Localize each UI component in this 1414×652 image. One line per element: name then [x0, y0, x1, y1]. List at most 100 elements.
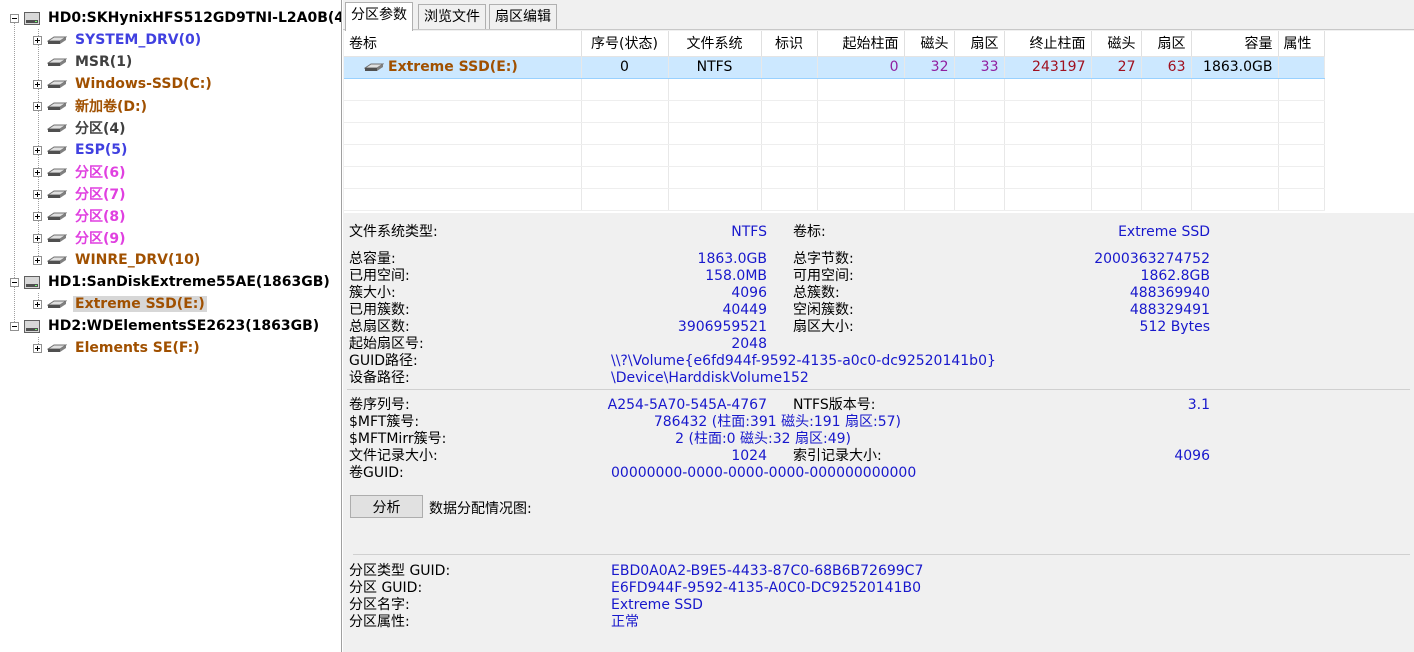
- expand-toggle[interactable]: [33, 189, 42, 199]
- partition-label-selected: Extreme SSD(E:): [73, 296, 207, 312]
- partition-table[interactable]: 卷标 序号(状态) 文件系统 标识 起始柱面 磁头 扇区 终止柱面 磁头 扇区 …: [344, 31, 1414, 213]
- device-path-value: \Device\HarddiskVolume152: [611, 370, 809, 386]
- partition-guid-label: 分区 GUID:: [349, 580, 423, 596]
- partition-icon: [47, 168, 67, 176]
- tree-disk-hd1[interactable]: HD1:SanDiskExtreme55AE(1863GB): [10, 271, 332, 293]
- expand-toggle[interactable]: [33, 145, 42, 155]
- tab-sector-edit[interactable]: 扇区编辑: [489, 4, 557, 29]
- partition-attribute-value: 正常: [611, 614, 639, 630]
- tree-partition-extreme-ssd[interactable]: Extreme SSD(E:): [33, 293, 207, 315]
- partition-type-guid-label: 分区类型 GUID:: [349, 563, 451, 579]
- collapse-toggle[interactable]: [10, 277, 19, 287]
- tree-partition-8[interactable]: 分区(8): [33, 205, 128, 227]
- empty-row: [344, 144, 1325, 167]
- tree-partition-3[interactable]: 新加卷(D:): [33, 95, 149, 117]
- used-clusters-label: 已用簇数:: [349, 302, 410, 318]
- partition-label: Elements SE(F:): [75, 340, 200, 356]
- guid-path-label: GUID路径:: [349, 353, 418, 369]
- expand-toggle[interactable]: [33, 299, 42, 309]
- expand-toggle[interactable]: [33, 79, 42, 89]
- disk-label: HD1:SanDiskExtreme55AE(1863GB): [48, 274, 330, 290]
- used-space-value: 158.0MB: [705, 268, 767, 284]
- partition-label: 分区(8): [75, 209, 126, 225]
- expand-toggle[interactable]: [33, 35, 42, 45]
- cell-end-sector: 63: [1141, 56, 1192, 79]
- expand-toggle[interactable]: [33, 343, 42, 353]
- right-panel: 分区参数 浏览文件 扇区编辑 卷标 序号(状态) 文件系统 标识 起始柱面 磁头…: [343, 0, 1414, 652]
- volume-label-label: 卷标:: [793, 224, 826, 240]
- disk-tree[interactable]: HD0:SKHynixHFS512GD9TNI-L2A0B(4 SYSTEM_D…: [0, 0, 342, 652]
- total-capacity-label: 总容量:: [349, 251, 396, 267]
- empty-row: [344, 166, 1325, 189]
- tree-partition-9[interactable]: 分区(9): [33, 227, 128, 249]
- partition-guid-value: E6FD944F-9592-4135-A0C0-DC92520141B0: [611, 580, 922, 596]
- partition-icon: [47, 256, 67, 264]
- sector-size-value: 512 Bytes: [1139, 319, 1210, 335]
- expand-toggle[interactable]: [33, 211, 42, 221]
- tab-bar: 分区参数 浏览文件 扇区编辑: [343, 0, 1414, 31]
- col-header-flag[interactable]: 标识: [761, 31, 818, 57]
- volume-label-value: Extreme SSD: [1118, 224, 1210, 240]
- hard-disk-icon: [24, 319, 40, 333]
- no-toggle: [33, 58, 42, 67]
- partition-grid: 卷标 序号(状态) 文件系统 标识 起始柱面 磁头 扇区 终止柱面 磁头 扇区 …: [344, 31, 1325, 211]
- col-header-end-head[interactable]: 磁头: [1091, 31, 1142, 57]
- tree-partition-10[interactable]: WINRE_DRV(10): [33, 249, 202, 271]
- tree-partition-5[interactable]: ESP(5): [33, 139, 129, 161]
- partition-icon: [47, 344, 67, 352]
- col-header-start-cyl[interactable]: 起始柱面: [817, 31, 905, 57]
- col-header-attr[interactable]: 属性: [1278, 31, 1325, 57]
- tree-partition-1[interactable]: MSR(1): [33, 51, 134, 73]
- collapse-toggle[interactable]: [10, 321, 19, 331]
- col-header-capacity[interactable]: 容量: [1191, 31, 1279, 57]
- col-header-end-cyl[interactable]: 终止柱面: [1004, 31, 1092, 57]
- col-header-start-sector[interactable]: 扇区: [954, 31, 1005, 57]
- cell-end-cyl: 243197: [1004, 56, 1092, 79]
- total-capacity-value: 1863.0GB: [697, 251, 767, 267]
- col-header-index[interactable]: 序号(状态): [581, 31, 669, 57]
- cell-start-cyl: 0: [817, 56, 905, 79]
- partition-label: WINRE_DRV(10): [75, 252, 201, 268]
- col-header-volume[interactable]: 卷标: [344, 31, 582, 57]
- partition-label: Windows-SSD(C:): [75, 76, 212, 92]
- tree-disk-hd2[interactable]: HD2:WDElementsSE2623(1863GB): [10, 315, 321, 337]
- cell-flag: [761, 56, 818, 79]
- partition-label: ESP(5): [75, 142, 128, 158]
- free-clusters-label: 空闲簇数:: [793, 302, 854, 318]
- tree-partition-4[interactable]: 分区(4): [33, 117, 128, 139]
- expand-toggle[interactable]: [33, 101, 42, 111]
- cell-capacity: 1863.0GB: [1191, 56, 1279, 79]
- tree-partition-6[interactable]: 分区(6): [33, 161, 128, 183]
- serial-value: A254-5A70-545A-4767: [607, 397, 767, 413]
- tree-disk-hd0[interactable]: HD0:SKHynixHFS512GD9TNI-L2A0B(4: [10, 7, 341, 29]
- col-header-start-head[interactable]: 磁头: [904, 31, 955, 57]
- total-bytes-value: 2000363274752: [1094, 251, 1210, 267]
- tab-browse-files[interactable]: 浏览文件: [418, 4, 486, 29]
- col-header-fs[interactable]: 文件系统: [668, 31, 762, 57]
- tree-partition-elements-se[interactable]: Elements SE(F:): [33, 337, 202, 359]
- analyze-button[interactable]: 分析: [350, 495, 423, 518]
- used-clusters-value: 40449: [722, 302, 767, 318]
- tab-partition-params[interactable]: 分区参数: [345, 2, 413, 31]
- expand-toggle[interactable]: [33, 233, 42, 243]
- col-header-end-sector[interactable]: 扇区: [1141, 31, 1192, 57]
- volume-guid-value: 00000000-0000-0000-0000-000000000000: [611, 465, 917, 481]
- total-clusters-value: 488369940: [1129, 285, 1210, 301]
- collapse-toggle[interactable]: [10, 13, 19, 23]
- divider: [347, 389, 1410, 390]
- expand-toggle[interactable]: [33, 167, 42, 177]
- index-record-size-label: 索引记录大小:: [793, 448, 882, 464]
- mft-value: 786432 (柱面:391 磁头:191 扇区:57): [653, 414, 901, 430]
- divider: [353, 554, 1410, 555]
- tree-partition-7[interactable]: 分区(7): [33, 183, 128, 205]
- table-row[interactable]: Extreme SSD(E:) 0 NTFS 0 32 33 243197 27…: [344, 56, 1325, 79]
- used-space-label: 已用空间:: [349, 268, 410, 284]
- expand-toggle[interactable]: [33, 255, 42, 265]
- partition-icon: [47, 124, 67, 132]
- partition-label: 分区(7): [75, 187, 126, 203]
- partition-icon: [47, 212, 67, 220]
- tree-partition-2[interactable]: Windows-SSD(C:): [33, 73, 214, 95]
- tree-partition-0[interactable]: SYSTEM_DRV(0): [33, 29, 203, 51]
- fs-type-value: NTFS: [731, 224, 767, 240]
- partition-icon: [47, 190, 67, 198]
